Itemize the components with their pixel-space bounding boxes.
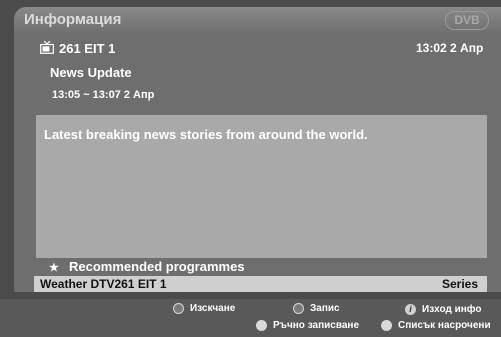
info-icon: i bbox=[405, 304, 416, 315]
star-icon: ★ bbox=[49, 262, 59, 274]
search-button[interactable]: Изскчане bbox=[173, 303, 235, 314]
search-button-label: Изскчане bbox=[190, 303, 236, 315]
recommended-item-name: Weather DTV261 EIT 1 bbox=[40, 277, 167, 291]
tv-icon bbox=[40, 41, 54, 54]
manual-record-button[interactable]: Ръчно записване bbox=[256, 320, 359, 331]
channel-name: 261 EIT 1 bbox=[59, 41, 116, 56]
button-bar: Изскчане Запис i Изход инфо Ръчно записва… bbox=[0, 299, 501, 337]
recommended-label: Recommended programmes bbox=[69, 259, 245, 274]
dvb-logo: DVB bbox=[445, 11, 489, 30]
exit-info-button-label: Изход инфо bbox=[422, 304, 482, 316]
scheduled-list-button-label: Списък насрочени bbox=[398, 320, 491, 332]
record-button[interactable]: Запис bbox=[293, 303, 340, 314]
programme-description: Latest breaking news stories from around… bbox=[44, 127, 368, 142]
recommended-header: ★ Recommended programmes bbox=[49, 259, 245, 274]
programme-title: News Update bbox=[50, 65, 132, 80]
dot-icon bbox=[256, 320, 267, 331]
current-time: 13:02 2 Апр bbox=[416, 41, 484, 55]
description-box: Latest breaking news stories from around… bbox=[36, 115, 487, 258]
recommended-item-selected[interactable]: Weather DTV261 EIT 1 Series bbox=[34, 276, 487, 292]
manual-record-button-label: Ръчно записване bbox=[273, 320, 360, 332]
ring-icon bbox=[293, 303, 304, 314]
record-button-label: Запис bbox=[310, 303, 340, 315]
exit-info-button[interactable]: i Изход инфо bbox=[405, 304, 482, 315]
ring-icon bbox=[173, 303, 184, 314]
recommended-item-genre: Series bbox=[442, 277, 479, 291]
scheduled-list-button[interactable]: Списък насрочени bbox=[381, 320, 491, 331]
title-bar: Информация DVB bbox=[14, 7, 501, 33]
info-panel: Информация DVB 261 EIT 1 13:02 2 Апр New… bbox=[14, 7, 501, 292]
dot-icon bbox=[381, 320, 392, 331]
page-title: Информация bbox=[24, 11, 122, 28]
channel-bar: 261 EIT 1 13:02 2 Апр bbox=[14, 40, 501, 60]
programme-time: 13:05 ~ 13:07 2 Апр bbox=[52, 89, 155, 101]
